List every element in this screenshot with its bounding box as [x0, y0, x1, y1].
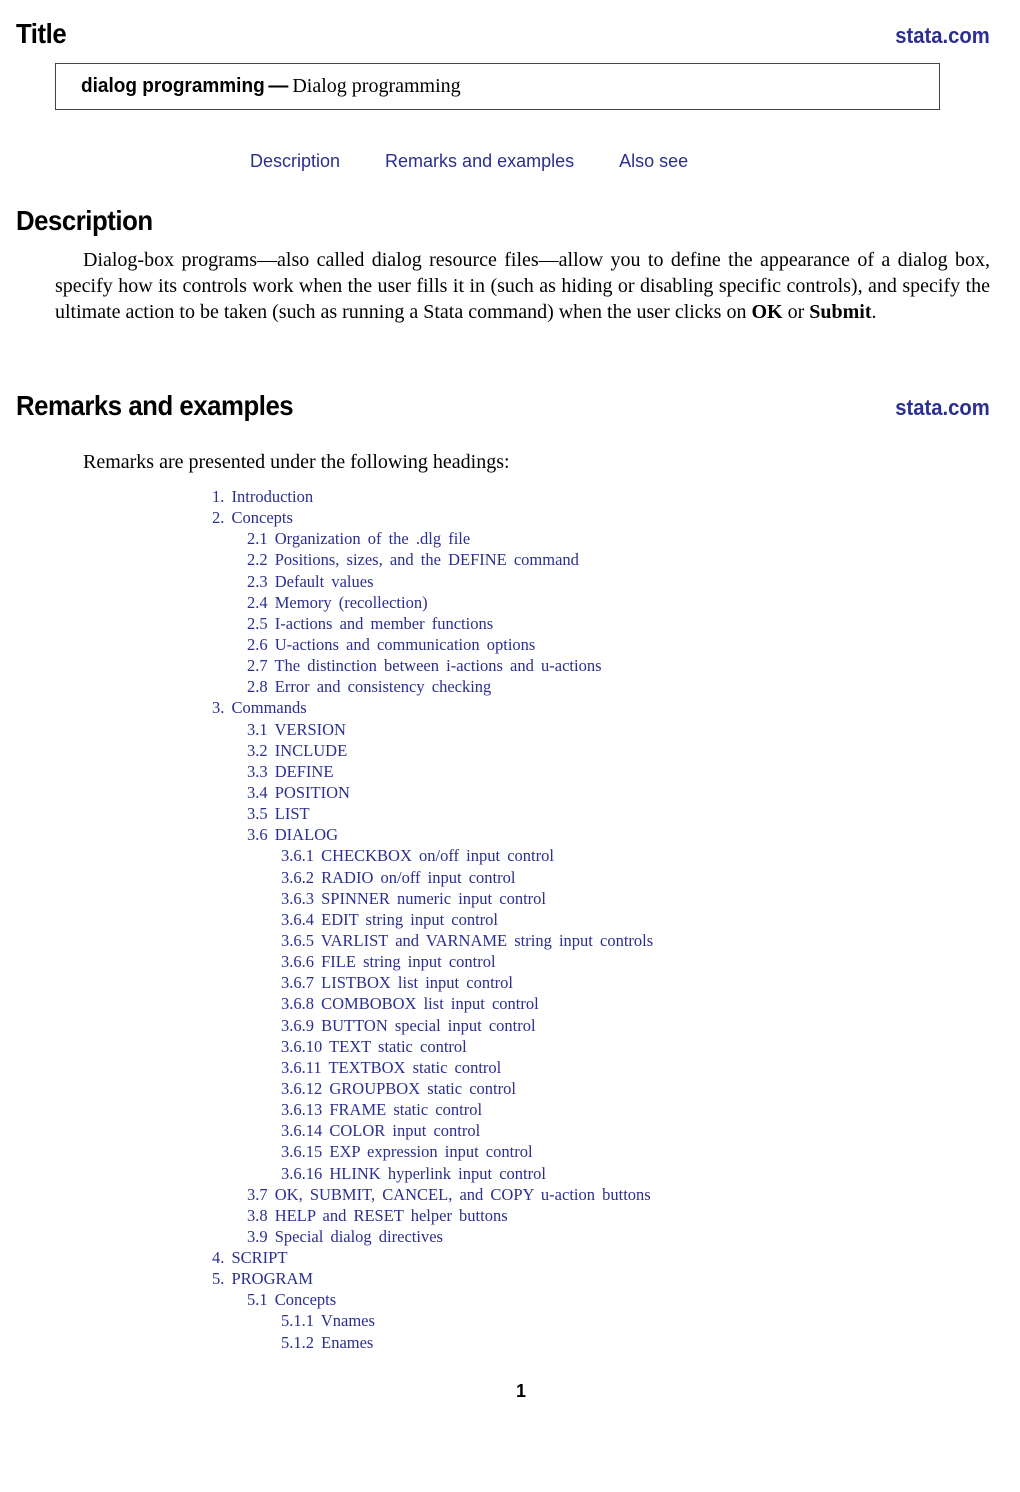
nav-link-remarks-and-examples[interactable]: Remarks and examples — [385, 151, 574, 172]
remarks-intro-text: Remarks are presented under the followin… — [83, 451, 510, 473]
toc-link[interactable]: 1. Introduction — [212, 486, 653, 507]
command-name: dialog programming — [81, 75, 265, 97]
description-paragraph: Dialog-box programs—also called dialog r… — [55, 247, 990, 325]
toc-link[interactable]: 2.1 Organization of the .dlg file — [212, 528, 653, 549]
toc-link[interactable]: 3.8 HELP and RESET helper buttons — [212, 1205, 653, 1226]
toc-link[interactable]: 5.1.2 Enames — [212, 1332, 653, 1353]
toc-link[interactable]: 5. PROGRAM — [212, 1268, 653, 1289]
toc-link[interactable]: 5.1 Concepts — [212, 1289, 653, 1310]
command-description: Dialog programming — [292, 75, 461, 97]
toc-link[interactable]: 3.6.12 GROUPBOX static control — [212, 1078, 653, 1099]
toc-link[interactable]: 3.6.6 FILE string input control — [212, 951, 653, 972]
toc-link[interactable]: 3.4 POSITION — [212, 782, 653, 803]
submit-term: Submit — [809, 301, 872, 323]
toc-link[interactable]: 2.8 Error and consistency checking — [212, 676, 653, 697]
page-number: 1 — [515, 1381, 526, 1401]
section-title-title: Title — [16, 18, 67, 49]
toc-link[interactable]: 4. SCRIPT — [212, 1247, 653, 1268]
toc-link[interactable]: 3.6.5 VARLIST and VARNAME string input c… — [212, 930, 653, 951]
description-header: Description — [16, 205, 990, 237]
toc-link[interactable]: 3.6.14 COLOR input control — [212, 1120, 653, 1141]
toc-link[interactable]: 2.2 Positions, sizes, and the DEFINE com… — [212, 549, 653, 570]
toc-link[interactable]: 3.6.8 COMBOBOX list input control — [212, 993, 653, 1014]
table-of-contents: 1. Introduction 2. Concepts 2.1 Organizati… — [212, 486, 653, 1353]
toc-link[interactable]: 3.6.11 TEXTBOX static control — [212, 1057, 653, 1078]
toc-link[interactable]: 2.3 Default values — [212, 571, 653, 592]
toc-link[interactable]: 3.6.15 EXP expression input control — [212, 1141, 653, 1162]
toc-link[interactable]: 3.6.2 RADIO on/off input control — [212, 867, 653, 888]
toc-link[interactable]: 3.6.10 TEXT static control — [212, 1036, 653, 1057]
toc-link[interactable]: 3.7 OK, SUBMIT, CANCEL, and COPY u-actio… — [212, 1184, 653, 1205]
toc-link[interactable]: 3.3 DEFINE — [212, 761, 653, 782]
ok-term: OK — [751, 301, 783, 323]
toc-link[interactable]: 3. Commands — [212, 697, 653, 718]
stata-com-link[interactable]: stata.com — [895, 23, 990, 49]
toc-link[interactable]: 3.6.13 FRAME static control — [212, 1099, 653, 1120]
toc-link[interactable]: 3.6 DIALOG — [212, 824, 653, 845]
toc-link[interactable]: 3.2 INCLUDE — [212, 740, 653, 761]
title-box: dialog programming — Dialog programming — [55, 63, 940, 110]
nav-link-also-see[interactable]: Also see — [619, 151, 688, 172]
toc-link[interactable]: 2.6 U-actions and communication options — [212, 634, 653, 655]
toc-link[interactable]: 3.6.9 BUTTON special input control — [212, 1015, 653, 1036]
toc-link[interactable]: 3.6.4 EDIT string input control — [212, 909, 653, 930]
title-dash: — — [268, 75, 289, 97]
toc-link[interactable]: 3.6.3 SPINNER numeric input control — [212, 888, 653, 909]
description-end: . — [871, 301, 877, 323]
remarks-intro: Remarks are presented under the followin… — [55, 449, 990, 475]
description-heading: Description — [16, 205, 153, 236]
toc-link[interactable]: 3.6.1 CHECKBOX on/off input control — [212, 845, 653, 866]
nav-link-description[interactable]: Description — [250, 151, 340, 172]
toc-link[interactable]: 2.5 I-actions and member functions — [212, 613, 653, 634]
toc-link[interactable]: 3.1 VERSION — [212, 719, 653, 740]
toc-link[interactable]: 2.4 Memory (recollection) — [212, 592, 653, 613]
section-nav: Description Remarks and examples Also se… — [250, 151, 688, 172]
stata-com-link-remarks[interactable]: stata.com — [895, 395, 990, 421]
toc-link[interactable]: 3.5 LIST — [212, 803, 653, 824]
toc-link[interactable]: 2.7 The distinction between i-actions an… — [212, 655, 653, 676]
toc-link[interactable]: 3.6.16 HLINK hyperlink input control — [212, 1163, 653, 1184]
title-header: Title stata.com — [16, 18, 990, 50]
description-or: or — [782, 301, 810, 323]
toc-link[interactable]: 2. Concepts — [212, 507, 653, 528]
toc-link[interactable]: 3.6.7 LISTBOX list input control — [212, 972, 653, 993]
toc-link[interactable]: 3.9 Special dialog directives — [212, 1226, 653, 1247]
remarks-header: Remarks and examples stata.com — [16, 390, 990, 422]
remarks-heading: Remarks and examples — [16, 390, 294, 421]
toc-link[interactable]: 5.1.1 Vnames — [212, 1310, 653, 1331]
